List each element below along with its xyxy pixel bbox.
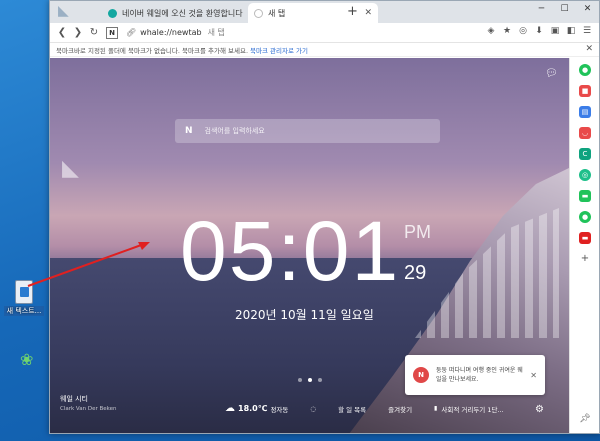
extensions-icon[interactable]: ◧ — [563, 26, 579, 36]
tab-welcome[interactable]: 네이버 웨일에 오신 것을 환영합니다 ✕ — [102, 3, 267, 23]
browser-window: ◣ 네이버 웨일에 오신 것을 환영합니다 ✕ 새 탭 ✕ + ─ ☐ ✕ ❮ … — [49, 0, 600, 434]
carousel-dot[interactable] — [318, 378, 322, 382]
window-controls: ─ ☐ ✕ — [530, 1, 599, 17]
gear-icon[interactable]: ⚙ — [535, 404, 544, 415]
timer-widget[interactable]: ◌ — [310, 405, 316, 413]
search-input[interactable] — [204, 127, 405, 135]
close-window-button[interactable]: ✕ — [576, 1, 599, 17]
close-icon[interactable]: ✕ — [585, 44, 593, 54]
todo-list-button[interactable]: 할 일 목록 — [338, 404, 366, 414]
desktop-icon-label: 새 텍스트... — [4, 306, 44, 316]
minimize-button[interactable]: ─ — [530, 1, 553, 17]
clock: 05:01 — [180, 206, 400, 296]
clock-date: 2020년 10월 11일 일요일 — [235, 308, 374, 322]
sidebar-bookmark-icon[interactable]: ■ — [579, 85, 591, 97]
sidebar-pocket-icon[interactable]: ◡ — [579, 127, 591, 139]
close-icon[interactable]: ✕ — [364, 8, 372, 18]
download-icon[interactable]: ⬇ — [531, 26, 547, 36]
close-icon[interactable]: ✕ — [530, 371, 537, 380]
sidebar-translate-icon[interactable]: C — [579, 148, 591, 160]
page-info-icon[interactable]: 🔗︎ — [126, 28, 136, 37]
whale-favicon-icon — [254, 8, 263, 18]
sidebar-talk-icon[interactable]: ● — [579, 211, 591, 223]
bookmark-manager-link[interactable]: 북마크 관리자로 가기 — [250, 45, 308, 55]
tab-title: 네이버 웨일에 오신 것을 환영합니다 — [122, 8, 243, 18]
star-icon[interactable]: ★ — [499, 26, 515, 36]
camera-icon[interactable]: ◎ — [515, 26, 531, 36]
search-box[interactable]: N — [175, 119, 440, 143]
bookmark-empty-message: 북마크바로 지정된 폴더에 북마크가 없습니다. 북마크를 추가해 보세요. — [56, 46, 249, 55]
notification-text: 둥둥 떠다니며 여행 중인 귀여운 웨일을 만나보세요. — [436, 367, 523, 383]
whale-logo-icon: ◣ — [62, 156, 79, 181]
menu-icon[interactable]: ☰ — [579, 26, 595, 36]
sidebar-news-icon[interactable]: ▬ — [579, 190, 591, 202]
clock-seconds: 29 — [404, 262, 427, 284]
clock-hours-minutes: 05:01 — [180, 204, 401, 298]
timer-icon: ◌ — [310, 404, 317, 413]
background-title: 웨일 시티 — [60, 395, 88, 403]
new-tab-page: ◣ 💬︎ N 05:01 PM 29 2020년 10월 11일 일요일 웨일 … — [50, 58, 569, 433]
back-icon[interactable]: ❮ — [54, 27, 70, 38]
bottom-bar: ☁ 18.0℃ 정자동 ◌ 할 일 목록 즐겨찾기 ▮ 사회적 거리두기 1단.… — [225, 403, 526, 414]
notification-toast[interactable]: N 둥둥 떠다니며 여행 중인 귀여운 웨일을 만나보세요. ✕ — [405, 355, 545, 395]
reload-icon[interactable]: ↻ — [86, 27, 102, 38]
cloud-sun-icon: ☁ — [225, 403, 235, 414]
forward-icon[interactable]: ❯ — [70, 27, 86, 38]
news-icon: ▮ — [434, 405, 438, 412]
url-field[interactable]: whale://newtab — [140, 28, 201, 37]
clock-ampm: PM — [404, 222, 431, 242]
whale-logo-icon: ◣ — [58, 3, 69, 19]
tab-bar: ◣ 네이버 웨일에 오신 것을 환영합니다 ✕ 새 탭 ✕ + ─ ☐ ✕ — [50, 1, 599, 23]
bookmark-bar: 북마크바로 지정된 폴더에 북마크가 없습니다. 북마크를 추가해 보세요. 북… — [50, 43, 599, 57]
whale-favicon-icon — [108, 8, 117, 18]
sidebar-add-button[interactable]: + — [581, 253, 589, 264]
sidebar-app-green-icon[interactable]: ● — [579, 64, 591, 76]
weather-location: 정자동 — [270, 405, 289, 414]
maximize-button[interactable]: ☐ — [553, 1, 576, 17]
sidebar-nn-icon[interactable]: ▬ — [579, 232, 591, 244]
sidebar-calendar-icon[interactable]: ▤ — [579, 106, 591, 118]
carousel-dot-active[interactable] — [308, 378, 312, 382]
address-actions: ◈ ★ ◎ ⬇ ▣ ◧ ☰ — [483, 26, 595, 36]
naver-home-icon[interactable]: N — [106, 26, 118, 39]
address-bar: ❮ ❯ ↻ N 🔗︎ whale://newtab 새 탭 ◈ ★ ◎ ⬇ ▣ … — [50, 23, 599, 43]
naver-search-icon: N — [185, 126, 193, 136]
weather-widget[interactable]: ☁ 18.0℃ 정자동 — [225, 403, 288, 414]
todo-list-label: 할 일 목록 — [338, 405, 367, 414]
url-page-title: 새 탭 — [207, 28, 225, 37]
tab-new-tab[interactable]: 새 탭 ✕ — [248, 3, 378, 23]
chat-icon[interactable]: 💬︎ — [545, 68, 559, 80]
text-file-icon — [15, 280, 33, 304]
shield-icon[interactable]: ◈ — [483, 26, 499, 36]
sidebar-refresh-icon[interactable]: ◎ — [579, 169, 591, 181]
bookmarks-button[interactable]: 즐겨찾기 — [388, 404, 412, 414]
plant-icon: ❀ — [20, 350, 34, 369]
sidebar: ● ■ ▤ ◡ C ◎ ▬ ● ▬ + 📌︎ — [569, 58, 599, 433]
bookmarks-label: 즐겨찾기 — [388, 405, 413, 414]
news-ticker[interactable]: ▮ 사회적 거리두기 1단... — [434, 404, 504, 414]
new-tab-button[interactable]: + — [347, 5, 358, 18]
carousel-dots — [295, 378, 325, 382]
sidebar-toggle-icon[interactable]: ▣ — [547, 26, 563, 36]
pin-icon[interactable]: 📌︎ — [579, 414, 590, 424]
news-headline: 사회적 거리두기 1단... — [441, 405, 504, 414]
carousel-dot[interactable] — [298, 378, 302, 382]
notification-badge: N — [413, 367, 429, 383]
background-credit: Clark Van Der Beken — [60, 406, 117, 412]
temperature: 18.0℃ — [238, 404, 268, 413]
desktop-text-file-icon[interactable]: 새 텍스트... — [4, 280, 44, 316]
